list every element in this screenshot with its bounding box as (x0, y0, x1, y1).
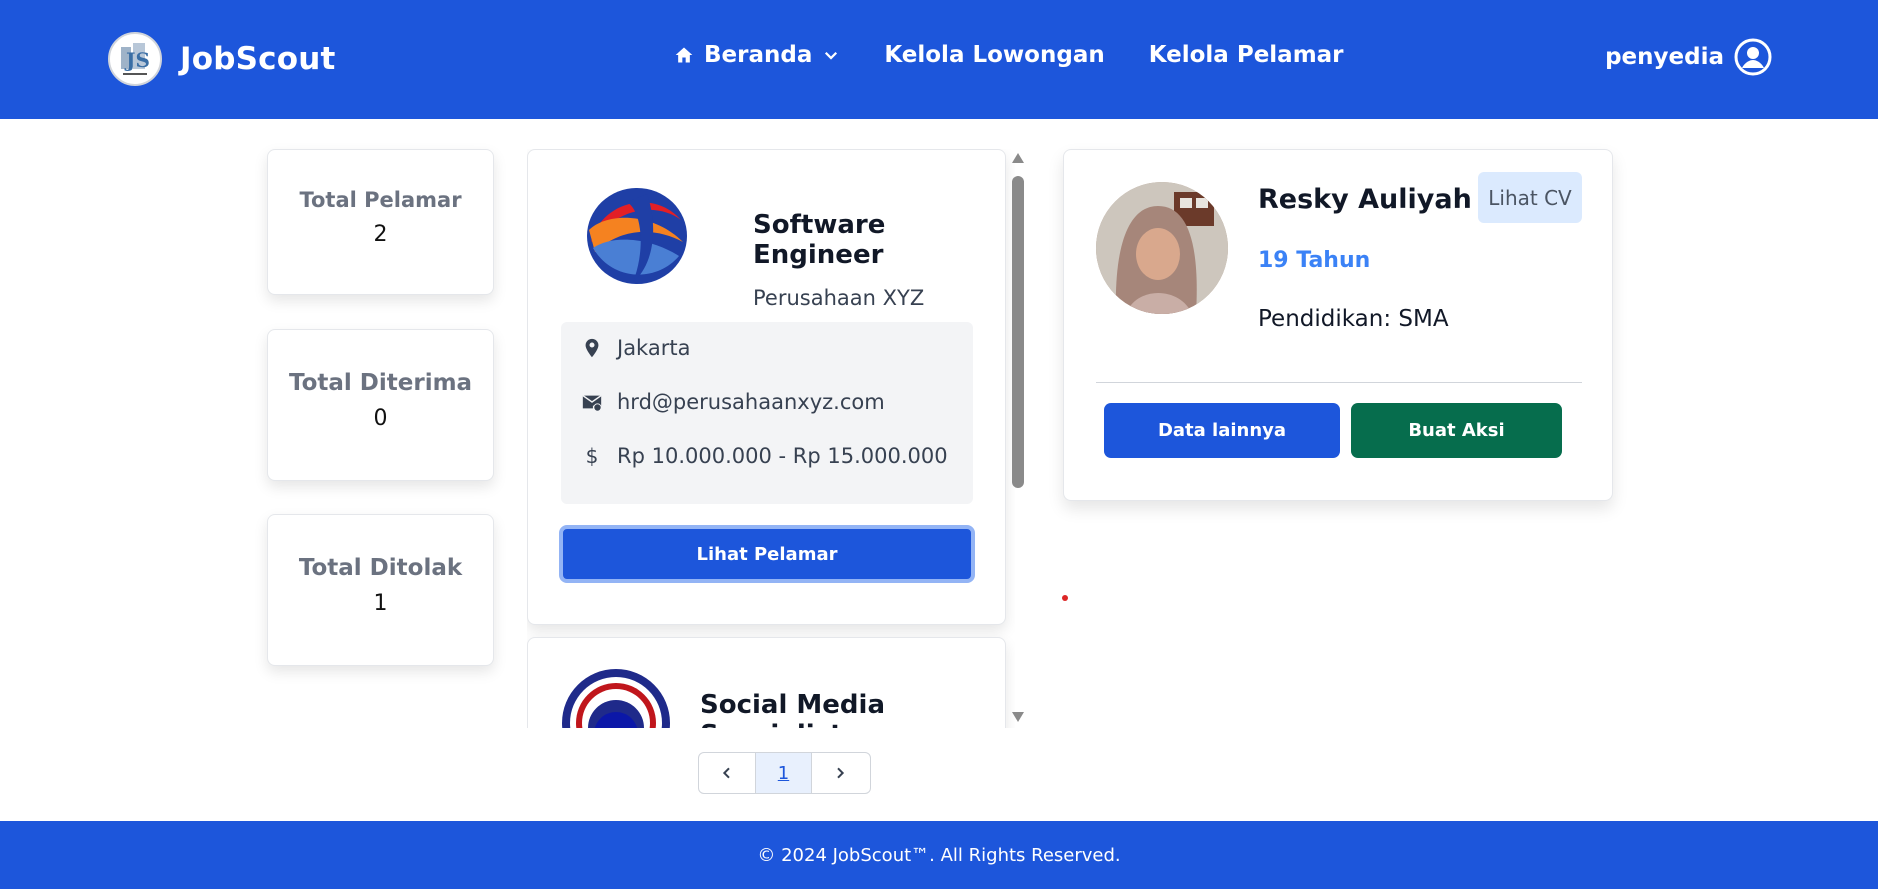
stat-total-applicants: Total Pelamar 2 (267, 149, 494, 295)
applicant-age: 19 Tahun (1258, 248, 1371, 273)
job-company: Perusahaan XYZ (753, 286, 925, 310)
stat-value: 2 (373, 222, 388, 247)
dollar-icon: $ (585, 444, 599, 468)
applicant-name: Resky Auliyah (1258, 184, 1472, 215)
job-card: Software Engineer Perusahaan XYZ Jakarta… (527, 149, 1006, 625)
location-pin-icon (585, 338, 599, 358)
job-list[interactable]: Software Engineer Perusahaan XYZ Jakarta… (527, 149, 1015, 728)
main-nav: Beranda Kelola Lowongan Kelola Pelamar (674, 42, 1344, 68)
job-card: Social Media Specialist (527, 637, 1006, 728)
user-menu[interactable]: penyedia (1605, 38, 1772, 76)
job-salary: Rp 10.000.000 - Rp 15.000.000 (617, 444, 948, 468)
svg-text:JS: JS (124, 48, 150, 72)
username: penyedia (1605, 44, 1724, 70)
prev-page-button[interactable] (699, 753, 755, 793)
scroll-up-icon[interactable] (1012, 153, 1024, 163)
view-cv-button[interactable]: Lihat CV (1478, 172, 1582, 223)
scroll-thumb[interactable] (1012, 176, 1024, 488)
mail-icon (582, 394, 602, 412)
stat-title: Total Ditolak (298, 555, 463, 581)
nav-home[interactable]: Beranda (674, 42, 840, 68)
page-1-button[interactable]: 1 (755, 753, 811, 793)
stat-total-accepted: Total Diterima 0 (267, 329, 494, 481)
job-heading: Software Engineer Perusahaan XYZ (753, 210, 1005, 310)
divider (1096, 382, 1582, 383)
job-email-row: hrd@perusahaanxyz.com (581, 390, 885, 414)
stat-title: Total Diterima (288, 370, 473, 396)
nav-manage-jobs[interactable]: Kelola Lowongan (884, 42, 1104, 68)
navbar: JS JobScout Beranda Kelola Lowongan Kelo… (0, 0, 1878, 119)
stat-value: 1 (373, 591, 388, 616)
company-logo (562, 669, 670, 728)
brand-logo: JS (108, 32, 162, 86)
stat-total-rejected: Total Ditolak 1 (267, 514, 494, 666)
nav-manage-jobs-label: Kelola Lowongan (884, 42, 1105, 68)
stat-title: Total Pelamar (299, 188, 462, 212)
chevron-left-icon (722, 767, 730, 779)
brand-name: JobScout (180, 41, 336, 77)
applicant-avatar (1096, 182, 1228, 314)
brand[interactable]: JS JobScout (108, 32, 336, 86)
job-location: Jakarta (617, 336, 691, 360)
job-email: hrd@perusahaanxyz.com (617, 390, 885, 414)
nav-home-label: Beranda (704, 42, 813, 68)
nav-manage-applicants-label: Kelola Pelamar (1148, 42, 1344, 68)
view-applicants-button[interactable]: Lihat Pelamar (559, 525, 975, 583)
job-title: Software Engineer (753, 210, 886, 270)
company-logo (587, 188, 687, 284)
job-list-scrollbar[interactable] (1009, 149, 1027, 728)
footer: © 2024 JobScout™. All Rights Reserved. (0, 821, 1878, 889)
more-data-button[interactable]: Data lainnya (1104, 403, 1340, 458)
applicant-card: Resky Auliyah 19 Tahun Pendidikan: SMA L… (1063, 149, 1613, 501)
chevron-right-icon (836, 767, 844, 779)
job-salary-row: $ Rp 10.000.000 - Rp 15.000.000 (581, 444, 948, 468)
home-icon (675, 47, 693, 63)
next-page-button[interactable] (811, 753, 867, 793)
pagination: 1 (698, 752, 871, 794)
user-circle-icon (1734, 38, 1772, 76)
stat-value: 0 (373, 406, 388, 431)
red-dot (1062, 595, 1068, 601)
take-action-button[interactable]: Buat Aksi (1351, 403, 1562, 458)
job-location-row: Jakarta (581, 336, 690, 360)
nav-manage-applicants[interactable]: Kelola Pelamar (1149, 42, 1344, 68)
chevron-down-icon (825, 51, 838, 60)
applicant-education: Pendidikan: SMA (1258, 306, 1449, 332)
scroll-down-icon[interactable] (1012, 712, 1024, 722)
job-info-box: Jakarta hrd@perusahaanxyz.com $ Rp 10.00… (561, 322, 973, 504)
job-title: Social Media Specialist (700, 690, 885, 728)
footer-text: © 2024 JobScout™. All Rights Reserved. (757, 844, 1121, 866)
